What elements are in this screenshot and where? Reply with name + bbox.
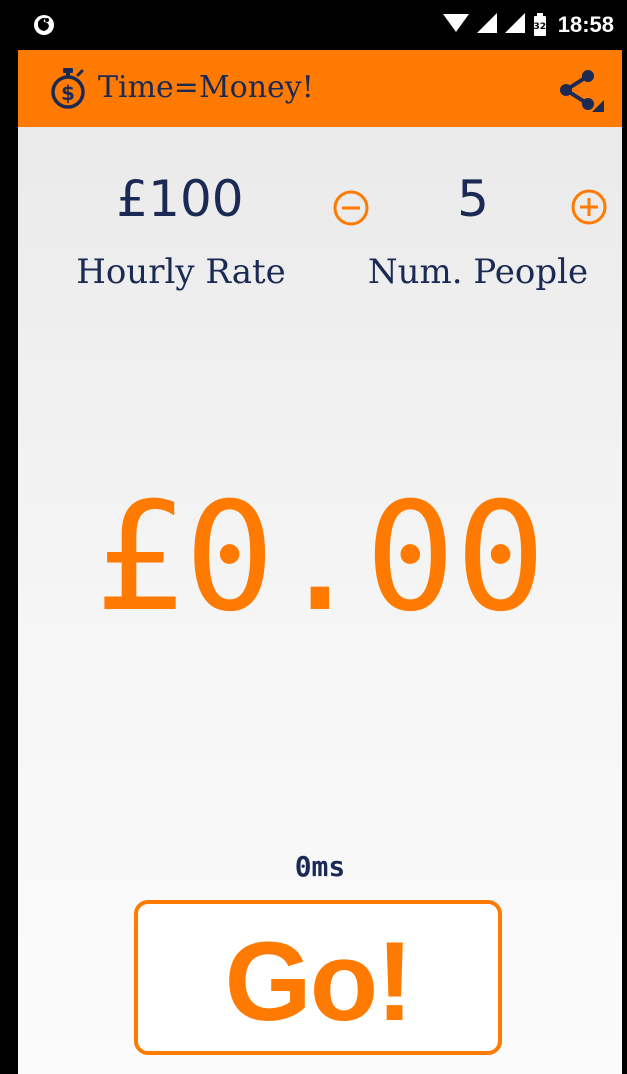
decrease-people-button[interactable] — [332, 189, 370, 227]
elapsed-time-display: 0ms — [294, 850, 346, 883]
status-clock: 18:58 — [557, 12, 614, 37]
stopwatch-money-icon: $ — [50, 67, 86, 109]
app-title: Time=Money! — [98, 70, 314, 105]
device-frame-left — [0, 0, 18, 1074]
go-button-label: Go! — [224, 919, 414, 1044]
minus-circle-icon — [333, 190, 369, 226]
people-count-value: 5 — [457, 170, 489, 228]
battery-icon: 32 — [532, 13, 548, 37]
wifi-icon — [442, 12, 470, 38]
status-bar: 32 18:58 — [18, 0, 622, 50]
battery-level: 32 — [533, 22, 546, 32]
app-bar: $ Time=Money! — [18, 50, 622, 127]
device-frame-right — [622, 0, 627, 1074]
people-count-label: Num. People — [367, 252, 589, 292]
hourly-rate-value[interactable]: £100 — [60, 170, 300, 228]
hourly-rate-label: Hourly Rate — [76, 252, 286, 292]
go-button[interactable]: Go! — [134, 900, 502, 1055]
signal-secondary-icon — [504, 12, 526, 38]
cost-amount-display: £0.00 — [94, 471, 546, 645]
plus-circle-icon — [571, 189, 607, 225]
app-screen: 32 18:58 $ Time=Money! £100 Hourly Rate … — [18, 0, 622, 1074]
signal-icon — [476, 12, 498, 38]
svg-text:$: $ — [61, 81, 75, 105]
share-icon[interactable] — [556, 68, 604, 112]
increase-people-button[interactable] — [570, 188, 608, 226]
firefox-icon — [32, 13, 56, 37]
status-indicators: 32 18:58 — [442, 9, 614, 41]
